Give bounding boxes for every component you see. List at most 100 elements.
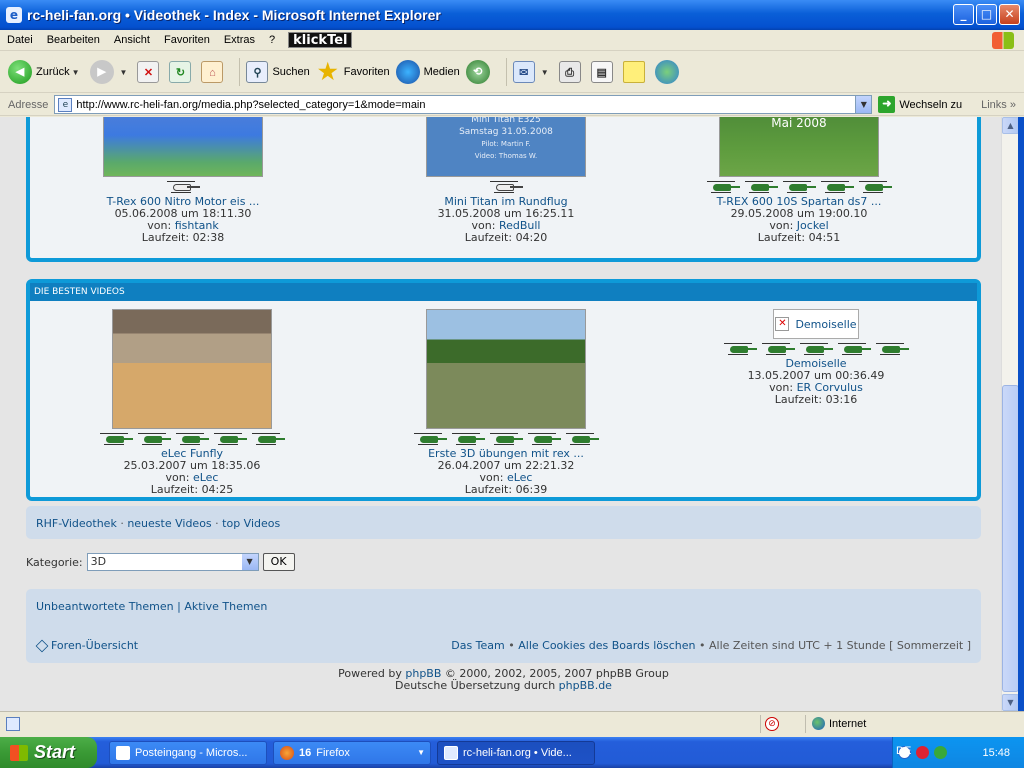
broken-thumbnail[interactable]: ✕ Demoiselle [773, 309, 859, 339]
thumb-caption: Video: Thomas W. [474, 152, 538, 160]
popup-blocked-icon[interactable]: ⊘ [765, 717, 779, 731]
tray-app-icon[interactable] [934, 746, 947, 759]
video-thumbnail[interactable] [426, 309, 586, 429]
favorites-button[interactable]: ★ Favoriten [316, 60, 390, 84]
ok-button[interactable]: OK [262, 553, 295, 571]
best-videos-heading: DIE BESTEN VIDEOS [30, 283, 977, 301]
address-url[interactable]: http://www.rc-heli-fan.org/media.php?sel… [76, 99, 425, 111]
address-dropdown-icon[interactable]: ▼ [855, 96, 872, 113]
taskbar-item-outlook[interactable]: Posteingang - Micros... [109, 740, 267, 765]
scroll-up-icon[interactable]: ▲ [1002, 117, 1019, 134]
category-select[interactable]: 3D ▼ [86, 553, 259, 571]
heli-rating-icon [836, 341, 872, 355]
heli-rating-icon [564, 431, 600, 445]
system-tray: 15:48 [892, 737, 1024, 768]
videothek-nav: RHF-Videothek · neueste Videos · top Vid… [26, 506, 981, 539]
runtime-value: 04:25 [201, 483, 234, 496]
menu-favoriten[interactable]: Favoriten [157, 34, 217, 46]
status-bar: ⊘ Internet [0, 711, 1024, 735]
heli-rating-icon [760, 341, 796, 355]
rating-icons [381, 431, 631, 447]
nav-videothek-link[interactable]: RHF-Videothek [36, 517, 117, 530]
klicktel-logo[interactable]: klickTel [288, 32, 353, 48]
phpbb-de-link[interactable]: phpBB.de [559, 679, 612, 692]
mail-dropdown-icon[interactable]: ▼ [541, 68, 549, 77]
runtime-value: 06:39 [515, 483, 548, 496]
video-thumbnail[interactable]: Mai 2008 [719, 117, 879, 177]
runtime-value: 04:51 [808, 231, 841, 244]
network-icon[interactable] [916, 746, 929, 759]
home-icon[interactable]: ⌂ [201, 61, 224, 83]
scrollbar-thumb[interactable] [1002, 385, 1019, 692]
taskbar-item-ie[interactable]: rc-heli-fan.org • Vide... [437, 740, 595, 765]
print-icon[interactable]: ⎙ [558, 61, 581, 83]
video-thumbnail[interactable] [103, 117, 263, 177]
menu-help[interactable]: ? [262, 34, 282, 46]
team-link[interactable]: Das Team [451, 639, 505, 652]
address-input[interactable]: e http://www.rc-heli-fan.org/media.php?s… [54, 95, 873, 114]
taskbar-item-firefox[interactable]: 16 Firefox ▼ [273, 740, 431, 765]
task-label: rc-heli-fan.org • Vide... [463, 746, 572, 759]
maximize-button[interactable]: □ [976, 4, 997, 25]
toolbar: ◀ Zurück ▼ ▶ ▼ ✕ ↻ ⌂ ⚲ Suchen ★ Favorite… [0, 52, 1024, 93]
menu-bearbeiten[interactable]: Bearbeiten [40, 34, 107, 46]
page-content: T-Rex 600 Nitro Motor eis ... 05.06.2008… [0, 117, 1001, 711]
favorites-label: Favoriten [343, 66, 390, 78]
search-icon: ⚲ [246, 61, 269, 83]
messenger-icon[interactable] [654, 60, 679, 84]
star-icon: ★ [317, 59, 338, 84]
address-bar: Adresse e http://www.rc-heli-fan.org/med… [0, 94, 1024, 116]
rating-icons [691, 341, 941, 357]
edit-icon[interactable]: ▤ [590, 61, 613, 83]
rating-icons [674, 179, 924, 195]
forward-button[interactable]: ▶ ▼ [89, 60, 132, 84]
video-thumbnail[interactable]: Mini Titan E325 Samstag 31.05.2008 Pilot… [426, 117, 586, 177]
active-topics-link[interactable]: Aktive Themen [184, 600, 267, 613]
thumb-caption: Samstag 31.05.2008 [459, 127, 553, 137]
stop-icon[interactable]: ✕ [137, 61, 160, 83]
refresh-icon[interactable]: ↻ [169, 61, 192, 83]
minimize-button[interactable]: _ [953, 4, 974, 25]
vertical-scrollbar[interactable]: ▲ ▼ [1001, 117, 1019, 711]
start-button[interactable]: Start [0, 737, 97, 768]
mail-icon[interactable]: ✉ [512, 61, 535, 83]
forum-index-link[interactable]: Foren-Übersicht [51, 639, 138, 652]
media-icon [395, 60, 420, 84]
video-card: Mini Titan E325 Samstag 31.05.2008 Pilot… [381, 117, 631, 244]
video-thumbnail[interactable] [112, 309, 272, 429]
back-dropdown-icon[interactable]: ▼ [72, 68, 80, 77]
delete-cookies-link[interactable]: Alle Cookies des Boards löschen [518, 639, 695, 652]
video-card: T-Rex 600 Nitro Motor eis ... 05.06.2008… [58, 117, 308, 244]
close-button[interactable]: ✕ [999, 4, 1020, 25]
clock[interactable]: 15:48 [982, 747, 1010, 759]
heli-rating-icon [98, 431, 134, 445]
start-label: Start [34, 742, 76, 762]
thumb-caption: Mini Titan E325 [471, 117, 541, 125]
menu-datei[interactable]: Datei [0, 34, 40, 46]
nav-top-link[interactable]: top Videos [222, 517, 280, 530]
back-button[interactable]: ◀ Zurück ▼ [8, 60, 84, 84]
chevron-down-icon[interactable]: ▼ [241, 554, 258, 570]
history-icon[interactable]: ⟲ [465, 60, 490, 84]
language-indicator[interactable]: DE [896, 745, 911, 757]
nav-newest-link[interactable]: neueste Videos [127, 517, 211, 530]
note-icon[interactable] [622, 61, 645, 83]
scroll-down-icon[interactable]: ▼ [1002, 694, 1019, 711]
bullet-separator: • [699, 639, 706, 652]
menu-extras[interactable]: Extras [217, 34, 262, 46]
runtime-label: Laufzeit: [464, 231, 513, 244]
heli-rating-icon [165, 179, 201, 193]
go-button[interactable]: ➜ Wechseln zu [878, 96, 962, 113]
rating-icons [67, 431, 317, 447]
security-zone[interactable]: Internet [812, 717, 866, 730]
search-button[interactable]: ⚲ Suchen [246, 61, 310, 83]
unanswered-topics-link[interactable]: Unbeantwortete Themen [36, 600, 174, 613]
links-toolbar[interactable]: Links » [981, 99, 1016, 111]
window-frame [1018, 117, 1024, 711]
media-button[interactable]: Medien [395, 60, 460, 84]
menu-ansicht[interactable]: Ansicht [107, 34, 157, 46]
forum-links-box: Unbeantwortete Themen | Aktive Themen Fo… [26, 589, 981, 663]
windows-logo-icon [992, 32, 1014, 49]
heli-rating-icon [488, 431, 524, 445]
forward-dropdown-icon[interactable]: ▼ [120, 68, 128, 77]
